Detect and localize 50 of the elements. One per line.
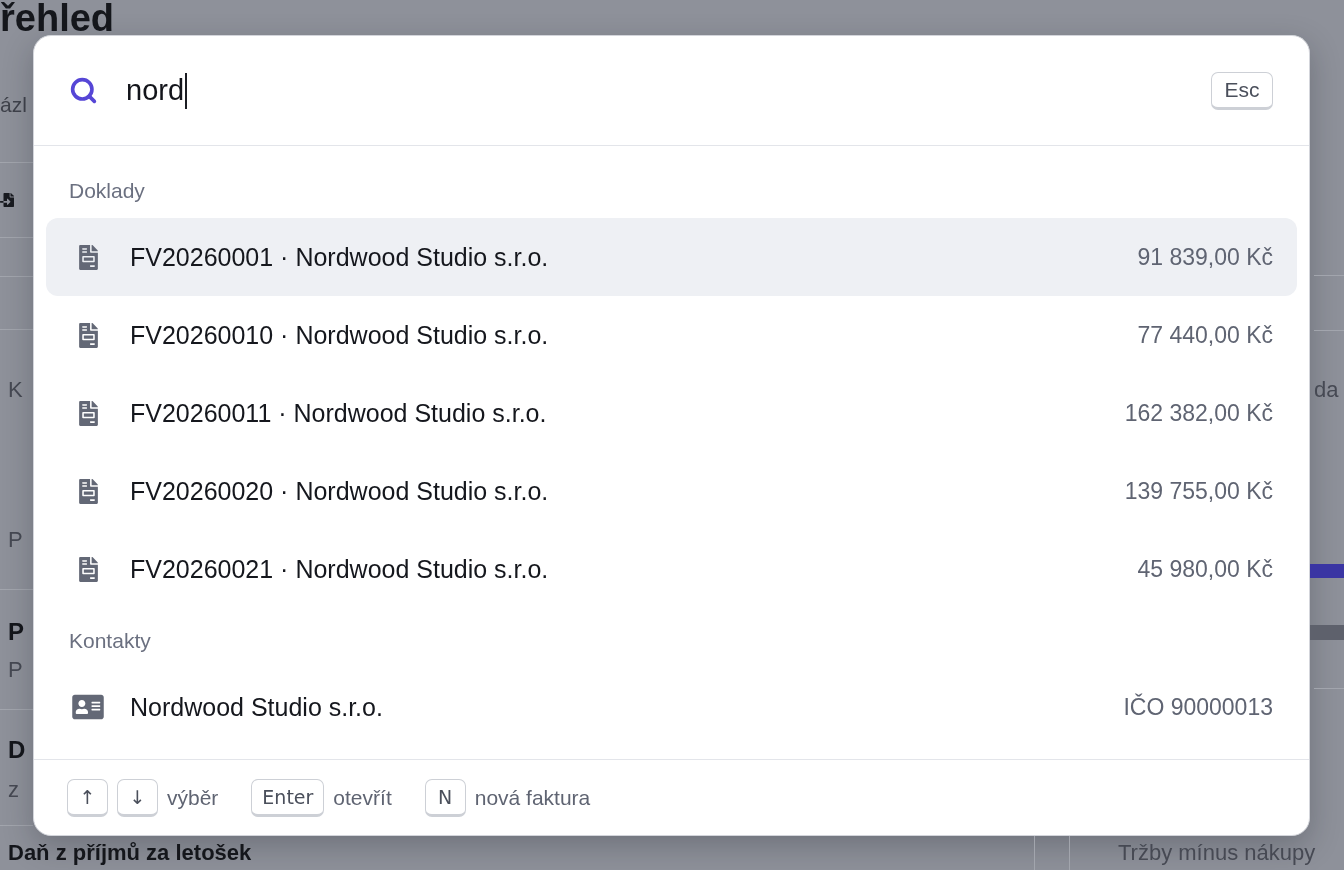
result-title: FV20260020 · Nordwood Studio s.r.o. [130, 476, 549, 506]
key-cap: ↓ [117, 778, 158, 817]
result-title: Nordwood Studio s.r.o. [130, 692, 383, 722]
chart-bar [1310, 625, 1344, 640]
card-label: K [8, 377, 23, 403]
document-icon [0, 191, 14, 209]
section-heading: Daň z příjmů za letošek [8, 840, 252, 866]
result-item[interactable]: Nordwood Studio s.r.o. IČO 90000013 [46, 668, 1297, 746]
list-item-title: P [8, 619, 24, 645]
result-item[interactable]: FV20260021 · Nordwood Studio s.r.o. 45 980,00 Kč [46, 530, 1297, 608]
list-item-title: D [8, 737, 26, 763]
list-item-subtitle: z [8, 777, 19, 803]
page-title: řehled [0, 0, 115, 36]
result-meta: 139 755,00 Kč [1124, 477, 1273, 505]
hint-label: nová faktura [474, 785, 591, 810]
document-icon [78, 556, 98, 582]
result-item[interactable]: FV20260001 · Nordwood Studio s.r.o. 91 839,00 Kč [46, 218, 1297, 296]
document-icon [78, 322, 98, 348]
document-icon [78, 400, 98, 426]
result-title: FV20260001 · Nordwood Studio s.r.o. [130, 242, 549, 272]
result-item[interactable]: FV20260020 · Nordwood Studio s.r.o. 139 755,00 Kč [46, 452, 1297, 530]
hint-label: otevřít [333, 785, 392, 810]
key-cap: N [424, 778, 466, 817]
result-item[interactable]: FV20260011 · Nordwood Studio s.r.o. 162 382,00 Kč [46, 374, 1297, 452]
section-label: Doklady [68, 178, 146, 204]
key-cap: ↑ [67, 778, 108, 817]
result-meta: 91 839,00 Kč [1137, 243, 1273, 271]
result-meta: IČO 90000013 [1123, 693, 1273, 721]
search-icon [69, 76, 98, 105]
result-meta: 162 382,00 Kč [1124, 399, 1273, 427]
result-title: FV20260011 · Nordwood Studio s.r.o. [130, 398, 547, 428]
list-item-subtitle: P [8, 657, 23, 683]
page-subtitle: ázl [0, 92, 27, 118]
card-note: P [8, 527, 23, 553]
contact-card-icon [72, 693, 104, 721]
result-item[interactable]: FV20260010 · Nordwood Studio s.r.o. 77 440,00 Kč [46, 296, 1297, 374]
document-icon [78, 244, 98, 270]
card-caption: Tržby mínus nákupy [1118, 840, 1316, 866]
search-field[interactable]: nord [126, 68, 1183, 113]
result-title: FV20260010 · Nordwood Studio s.r.o. [130, 320, 549, 350]
esc-key-hint: Esc [1211, 71, 1273, 110]
result-title: FV20260021 · Nordwood Studio s.r.o. [130, 554, 549, 584]
hint-label: výběr [167, 785, 219, 810]
card-label: da [1314, 377, 1339, 403]
result-meta: 45 980,00 Kč [1137, 555, 1273, 583]
section-label: Kontakty [68, 628, 152, 654]
document-icon [78, 478, 98, 504]
result-meta: 77 440,00 Kč [1137, 321, 1273, 349]
chart-bar [1310, 564, 1344, 578]
key-cap: Enter [251, 778, 325, 817]
